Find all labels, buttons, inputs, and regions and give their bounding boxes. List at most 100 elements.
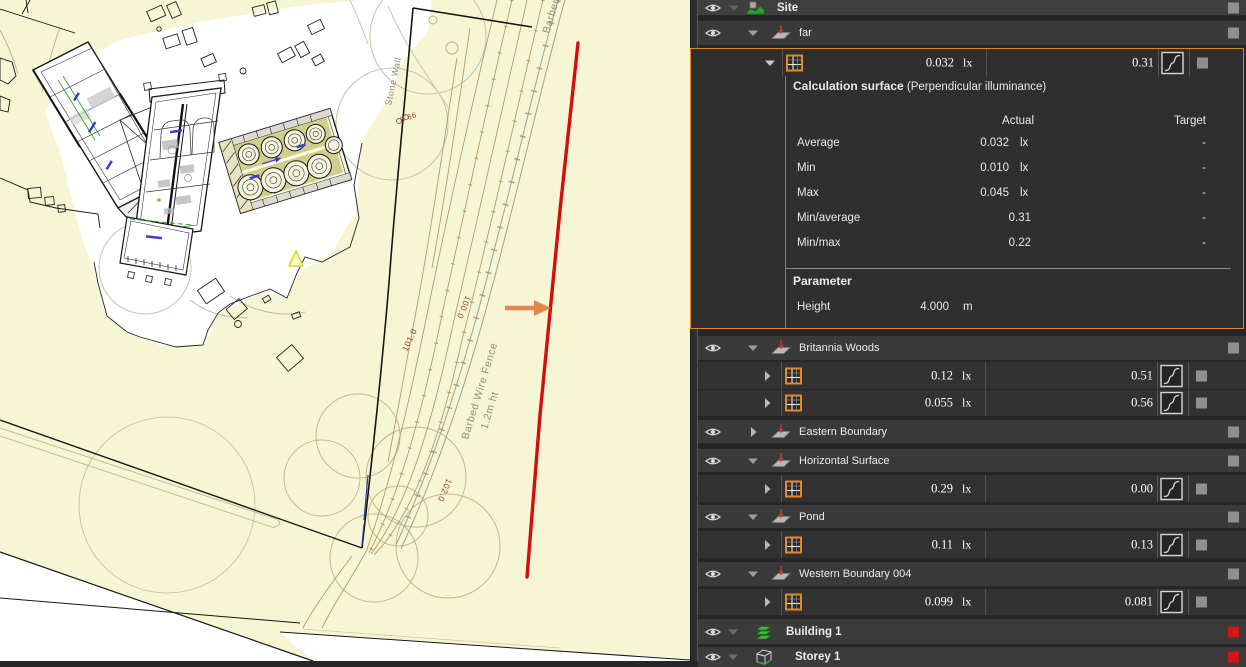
status-square[interactable]	[1197, 57, 1208, 68]
average-value: 0.29	[931, 481, 953, 495]
chevron-down-icon[interactable]	[728, 654, 738, 661]
parameter-heading: Parameter	[793, 274, 852, 288]
chevron-down-icon[interactable]	[748, 457, 758, 464]
status-square[interactable]	[1196, 397, 1207, 409]
falloff-curve-icon[interactable]	[1160, 477, 1183, 500]
falloff-curve-icon[interactable]	[1160, 590, 1183, 614]
tree-row-far[interactable]: far	[698, 21, 1246, 45]
calculation-surface-icon	[771, 340, 791, 354]
tree-row-label: Building 1	[786, 625, 842, 638]
selected-calculation-surface[interactable]: 0.032 lx 0.31 Calculation surface (Perpe…	[690, 48, 1244, 329]
scene-tree-panel: Site far 0.032 lx 0.31 Calculation surfa…	[690, 0, 1246, 667]
result-row[interactable]: 0.29 lx 0.00	[698, 475, 1246, 502]
status-square[interactable]	[1228, 342, 1239, 354]
eye-icon[interactable]	[705, 3, 721, 13]
chevron-down-icon[interactable]	[765, 59, 775, 66]
eye-icon[interactable]	[705, 627, 721, 637]
calculation-surface-icon	[771, 424, 791, 438]
grid-icon[interactable]	[785, 536, 802, 553]
status-square[interactable]	[1228, 511, 1239, 522]
status-square[interactable]	[1228, 2, 1239, 13]
falloff-curve-icon[interactable]	[1160, 391, 1183, 415]
calculation-surface-icon	[771, 566, 791, 580]
height-value: 4.000	[920, 301, 949, 313]
tree-row-eastern-boundary[interactable]: Eastern Boundary	[698, 420, 1246, 443]
height-unit: m	[963, 301, 973, 313]
chevron-right-icon[interactable]	[764, 483, 771, 494]
metric-value: 0.045	[980, 187, 1009, 199]
status-square[interactable]	[1228, 426, 1239, 437]
metric-unit: lx	[1020, 137, 1029, 149]
tree-row-pond[interactable]: Pond	[698, 505, 1246, 528]
eye-icon[interactable]	[705, 343, 721, 353]
tree-row-label: Storey 1	[795, 651, 841, 663]
uniformity-value: 0.51	[1131, 368, 1153, 382]
grid-icon[interactable]	[786, 54, 803, 71]
eye-icon[interactable]	[705, 569, 721, 579]
tree-row-label: Western Boundary 004	[799, 568, 912, 580]
status-square[interactable]	[1196, 596, 1207, 608]
chevron-right-icon[interactable]	[764, 398, 771, 408]
chevron-right-icon[interactable]	[764, 539, 771, 550]
orange-arrow-icon[interactable]	[505, 300, 551, 316]
status-square[interactable]	[1228, 568, 1239, 580]
value-unit: lx	[962, 594, 972, 609]
contour-label-101: 101.0	[400, 327, 419, 353]
tree-row-building-1[interactable]: Building 1	[698, 619, 1246, 644]
status-square[interactable]	[1196, 539, 1207, 550]
chevron-down-icon[interactable]	[729, 4, 739, 11]
tree-row-site[interactable]: Site	[698, 0, 1246, 15]
metric-value: 0.31	[1008, 212, 1031, 224]
site-plan-map[interactable]: Stone Wall Barbed Wire Fence 1.2m ht Bar…	[0, 0, 691, 662]
falloff-curve-icon[interactable]	[1160, 533, 1183, 556]
falloff-curve-icon[interactable]	[1160, 364, 1183, 387]
result-row[interactable]: 0.11 lx 0.13	[698, 531, 1246, 558]
average-value: 0.032	[925, 55, 954, 69]
tree-row-western-boundary-004[interactable]: Western Boundary 004	[698, 562, 1246, 586]
calculation-surface-icon	[771, 25, 791, 39]
tree-row-horizontal-surface[interactable]: Horizontal Surface	[698, 449, 1246, 472]
status-square[interactable]	[1196, 370, 1207, 381]
grid-icon[interactable]	[785, 367, 802, 384]
chevron-down-icon[interactable]	[748, 345, 758, 352]
uniformity-value: 0.31	[1132, 55, 1154, 69]
metric-unit: lx	[1020, 187, 1029, 199]
grid-icon[interactable]	[785, 593, 802, 611]
status-square[interactable]	[1228, 455, 1239, 466]
eye-icon[interactable]	[705, 456, 721, 466]
tree-row-label: Pond	[799, 510, 825, 523]
grid-icon[interactable]	[785, 394, 802, 412]
site-icon	[745, 1, 765, 14]
result-row[interactable]: 0.12 lx 0.51	[698, 362, 1246, 389]
metric-label: Average	[797, 137, 840, 149]
calculation-surface-icon	[771, 453, 791, 467]
status-square[interactable]	[1228, 27, 1239, 39]
eye-icon[interactable]	[705, 427, 721, 437]
chevron-right-icon[interactable]	[764, 597, 771, 607]
detail-title: Calculation surface (Perpendicular illum…	[793, 79, 1047, 93]
metric-value: 0.010	[980, 162, 1009, 174]
eye-icon[interactable]	[705, 28, 721, 38]
chevron-right-icon[interactable]	[750, 426, 757, 437]
result-row[interactable]: 0.055 lx 0.56	[698, 390, 1246, 416]
falloff-curve-icon[interactable]	[1161, 51, 1184, 74]
tree-row-britannia-woods[interactable]: Britannia Woods	[698, 336, 1246, 360]
status-square[interactable]	[1228, 626, 1239, 637]
status-square[interactable]	[1196, 483, 1207, 494]
cad-drawing[interactable]: Stone Wall Barbed Wire Fence 1.2m ht Bar…	[0, 0, 691, 662]
result-row[interactable]: 0.099 lx 0.081	[698, 589, 1246, 615]
metric-target: -	[1202, 237, 1206, 249]
grid-icon[interactable]	[785, 480, 802, 497]
tree-row-storey-1[interactable]: Storey 1	[698, 647, 1246, 667]
chevron-down-icon[interactable]	[748, 30, 758, 37]
chevron-down-icon[interactable]	[728, 628, 738, 635]
chevron-down-icon[interactable]	[748, 571, 758, 578]
metric-value: 0.22	[1008, 237, 1031, 249]
eye-icon[interactable]	[705, 512, 721, 522]
chevron-down-icon[interactable]	[748, 513, 758, 520]
metric-target: -	[1202, 137, 1206, 149]
uniformity-value: 0.13	[1131, 537, 1153, 551]
chevron-right-icon[interactable]	[764, 370, 771, 381]
result-row-far[interactable]: 0.032 lx 0.31	[691, 49, 1243, 76]
detail-left-rule	[785, 76, 786, 328]
